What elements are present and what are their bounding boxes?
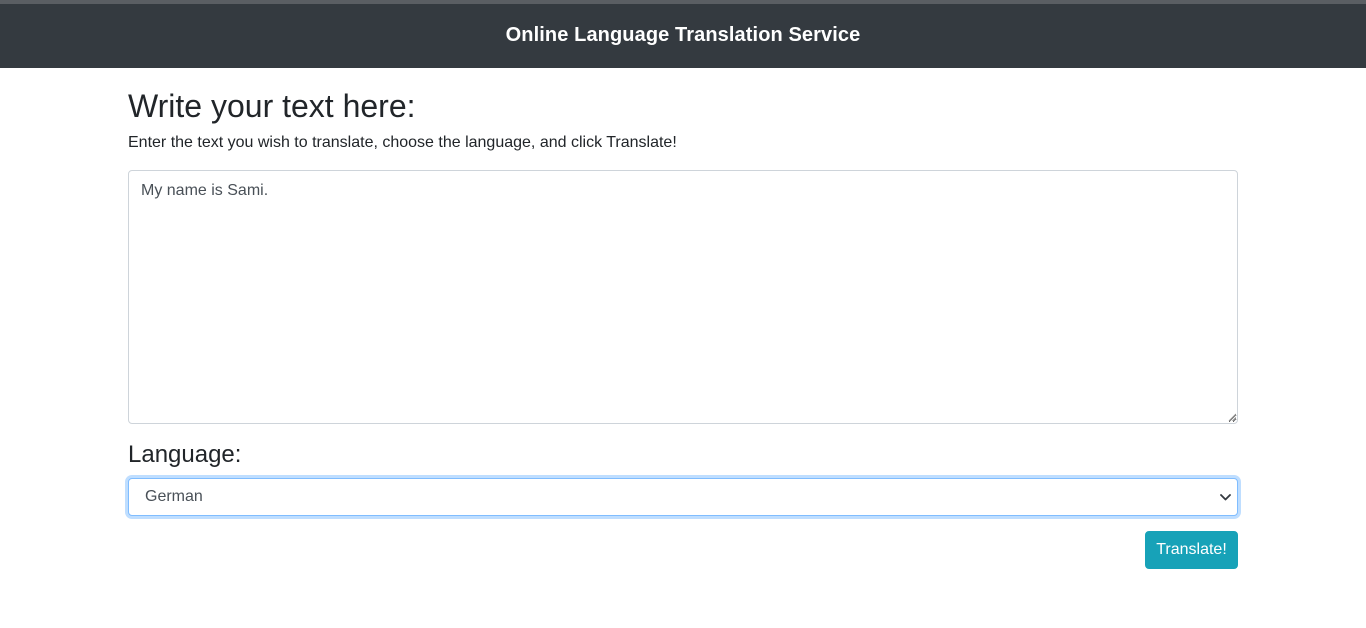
page-heading: Write your text here: [128, 88, 416, 124]
chevron-down-icon [1219, 491, 1231, 503]
navbar: Online Language Translation Service [0, 4, 1366, 68]
instructions-text: Enter the text you wish to translate, ch… [128, 134, 677, 151]
app-title: Online Language Translation Service [505, 23, 861, 46]
translate-button[interactable]: Translate! [1145, 531, 1238, 569]
language-label: Language: [128, 441, 242, 468]
language-select-value: German [145, 488, 203, 505]
language-select[interactable]: German [128, 478, 1238, 516]
source-text-input[interactable] [128, 170, 1238, 424]
